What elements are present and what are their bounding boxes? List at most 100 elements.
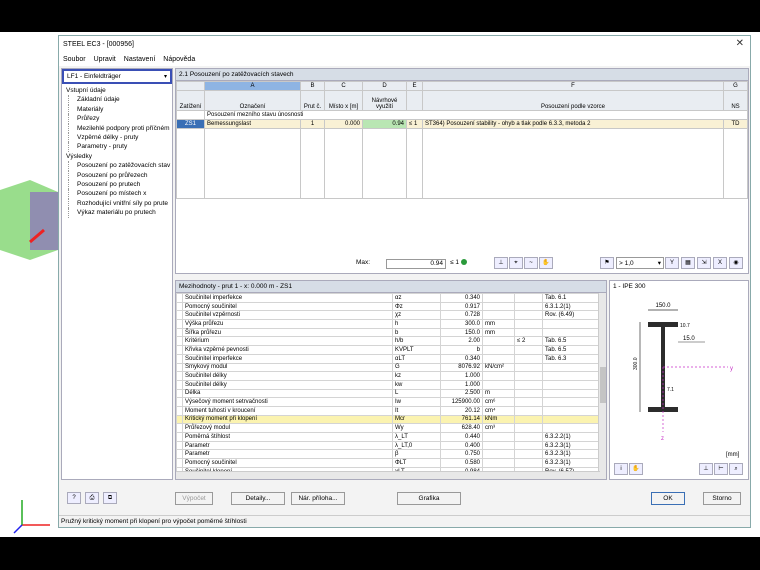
detail-symbol: β <box>392 449 441 460</box>
vertical-scrollbar[interactable] <box>598 293 606 479</box>
detail-value: 0.440 <box>440 432 483 442</box>
copy-icon[interactable]: ⧉ <box>103 492 117 504</box>
tree-item-input[interactable]: Vstupní údaje <box>64 86 170 95</box>
tree-item[interactable]: Posouzení po prutech <box>68 180 170 190</box>
tree-item[interactable]: Základní údaje <box>68 95 170 105</box>
detail-symbol: Wy <box>392 423 441 433</box>
menu-upravit[interactable]: Upravit <box>94 56 116 63</box>
national-annex-button[interactable]: Nár. příloha... <box>291 492 345 505</box>
tree-item[interactable]: Posouzení po místech x <box>68 189 170 199</box>
tree-item[interactable]: Výkaz materiálu po prutech <box>68 208 170 218</box>
detail-row[interactable]: Kritický moment při klopení Mcr 761.14 kNm <box>176 414 600 425</box>
ratio-filter-select[interactable]: > 1,0 ▾ <box>616 257 664 269</box>
detail-value: 761.14 <box>440 414 483 425</box>
hand-icon[interactable]: ✋ <box>539 257 553 269</box>
detail-limit <box>514 432 543 442</box>
zoom-icon[interactable]: ⌕ <box>729 463 743 475</box>
detail-row[interactable]: Součinitel imperfekce αz 0.340 Tab. 6.1 <box>176 293 600 303</box>
detail-row[interactable]: Pomocný součinitel ΦLT 0.580 6.3.2.3(1) <box>176 458 600 468</box>
max-check: ≤ 1 <box>450 259 467 266</box>
chevron-down-icon[interactable]: ▾ <box>164 73 167 80</box>
cell-ratio[interactable]: 0.94 <box>362 119 407 129</box>
close-icon[interactable]: ✕ <box>736 38 744 49</box>
cell-formula[interactable]: ST364) Posouzení stability - ohyb a tlak… <box>422 119 724 129</box>
table-row[interactable]: ZS1 Bemessungslast 1 0.000 0.94 ≤ 1 ST36… <box>176 119 748 129</box>
details-table: Součinitel imperfekce αz 0.340 Tab. 6.1 Pomo… <box>176 293 600 479</box>
unit-label: [mm] <box>726 452 740 458</box>
detail-row[interactable]: Šířka průřezu b 150.0 mm <box>176 327 600 338</box>
detail-row[interactable]: Parametr β 0.750 6.3.2.3(1) <box>176 449 600 460</box>
menu-napoveda[interactable]: Nápověda <box>163 56 195 63</box>
load-case-selector[interactable]: LF1 - Einfeldträger ▾ <box>62 69 172 84</box>
funnel-icon[interactable]: Y <box>665 257 679 269</box>
excel-icon[interactable]: X <box>713 257 727 269</box>
detail-row[interactable]: Poměrná štíhlost λ_LT 0.440 6.3.2.2(1) <box>176 432 600 442</box>
detail-row[interactable]: Výsečový moment setrvačnosti Iw 125900.00 c… <box>176 397 600 407</box>
detail-row[interactable]: Průřezový modul Wy 628.40 cm³ <box>176 423 600 433</box>
detail-symbol: G <box>392 362 441 373</box>
detail-reference <box>542 397 600 407</box>
cell-designation[interactable]: Bemessungslast <box>204 119 301 129</box>
graph-icon[interactable]: ~ <box>524 257 538 269</box>
cancel-button[interactable]: Storno <box>703 492 741 505</box>
detail-label: Křivka vzpěrné pevnosti <box>182 345 393 355</box>
graphics-button[interactable]: Grafika <box>397 492 461 505</box>
tree-item-results[interactable]: Výsledky <box>64 152 170 161</box>
detail-label: Parametr <box>182 449 393 460</box>
cell-location[interactable]: 0.000 <box>324 119 363 129</box>
detail-unit <box>482 345 515 355</box>
color-icon[interactable]: ▦ <box>681 257 695 269</box>
help-icon[interactable]: ? <box>67 492 81 504</box>
detail-row[interactable]: Smykový modul G 8076.92 kN/cm² <box>176 362 600 373</box>
detail-value: 2.500 <box>440 388 483 399</box>
detail-row[interactable]: Délka L 2.500 m <box>176 388 600 399</box>
detail-row[interactable]: Křivka vzpěrné pevnosti KVPLT b Tab. 6.5 <box>176 345 600 355</box>
detail-row[interactable]: Pomocný součinitel Φz 0.917 6.3.1.2(1) <box>176 301 600 312</box>
detail-row[interactable]: Součinitel délky kw 1.000 <box>176 379 600 390</box>
detail-limit <box>514 388 543 399</box>
chevron-down-icon[interactable]: ▾ <box>658 259 661 267</box>
tree-item[interactable]: Rozhodující vnitřní síly po prute <box>68 198 170 209</box>
header-zatizeni: Zatížení <box>176 90 205 111</box>
detail-row[interactable]: Moment tuhosti v kroucení It 20.12 cm⁴ <box>176 405 600 416</box>
hand-icon[interactable]: ✋ <box>629 463 643 475</box>
cell-member[interactable]: 1 <box>300 119 325 129</box>
tree-item[interactable]: Posouzení po průřezech <box>68 170 170 181</box>
detail-row[interactable]: Součinitel vzpěrnosti χz 0.728 Rov. (6.49) <box>176 310 600 321</box>
print-icon[interactable]: ⎙ <box>85 492 99 504</box>
detail-row[interactable]: Součinitel imperfekce αLT 0.340 Tab. 6.3 <box>176 353 600 364</box>
tree-item[interactable]: Průřezy <box>68 114 170 124</box>
tree-item[interactable]: Vzpěrné délky - pruty <box>68 133 170 143</box>
cell-le: ≤ 1 <box>406 119 423 129</box>
select-icon[interactable]: ⌖ <box>509 257 523 269</box>
detail-row[interactable]: Kritérium h/b 2.00 ≤ 2 Tab. 6.5 <box>176 336 600 347</box>
cell-ns[interactable]: TD <box>723 119 748 129</box>
filter-icon[interactable]: ⊥ <box>494 257 508 269</box>
flag-icon[interactable]: ⚑ <box>600 257 614 269</box>
export-icon[interactable]: ⇲ <box>697 257 711 269</box>
menu-nastaveni[interactable]: Nastavení <box>124 56 156 63</box>
tree-item[interactable]: Posouzení po zatěžovacích stav <box>68 161 170 171</box>
menu-soubor[interactable]: Soubor <box>63 56 86 63</box>
info-icon[interactable]: i <box>614 463 628 475</box>
axis-y-label: y <box>730 366 733 372</box>
tree-item[interactable]: Parametry - pruty <box>68 142 170 152</box>
results-section-title: 2.1 Posouzení po zatěžovacích stavech <box>176 69 748 81</box>
detail-symbol: b <box>392 327 441 338</box>
cell-load[interactable]: ZS1 <box>176 119 205 129</box>
dimension-icon[interactable]: ⊥ <box>699 463 713 475</box>
axis-icon[interactable]: ⊢ <box>714 463 728 475</box>
detail-row[interactable]: Parametr λ_LT,0 0.400 6.3.2.3(1) <box>176 440 600 451</box>
navigator-tree: Vstupní údaje Základní údaje Materiály P… <box>62 84 172 220</box>
tree-item[interactable]: Mezilehlé podpory proti příčném <box>68 123 170 134</box>
calculate-button[interactable]: Výpočet <box>175 492 213 505</box>
view-icon[interactable]: ◉ <box>729 257 743 269</box>
ok-button[interactable]: OK <box>651 492 685 505</box>
tree-item[interactable]: Materiály <box>68 104 170 115</box>
detail-row[interactable]: Součinitel délky kz 1.000 <box>176 371 600 381</box>
horizontal-scrollbar[interactable] <box>176 471 600 479</box>
detail-limit <box>514 379 543 390</box>
details-button[interactable]: Detaily... <box>231 492 285 505</box>
detail-row[interactable]: Výška průřezu h 300.0 mm <box>176 319 600 329</box>
scroll-thumb[interactable] <box>600 367 606 403</box>
